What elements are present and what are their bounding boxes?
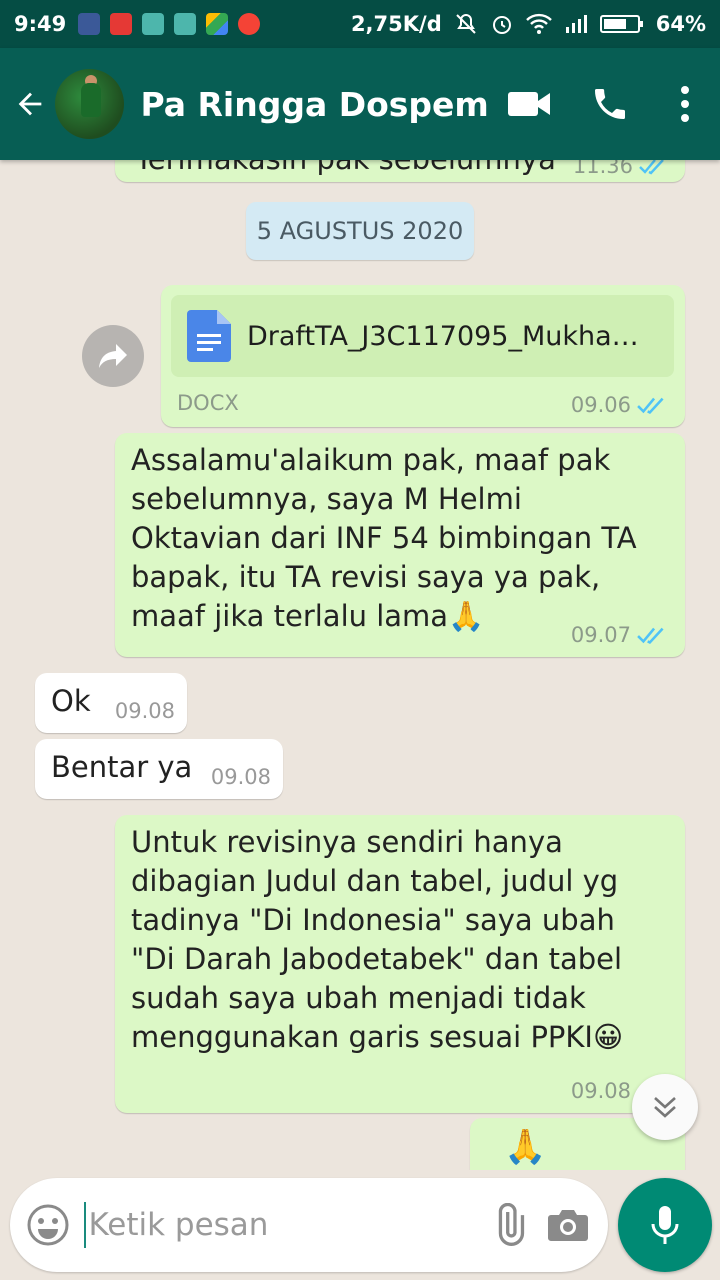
read-ticks-icon bbox=[637, 627, 664, 645]
date-divider: 5 AGUSTUS 2020 bbox=[246, 202, 474, 260]
message-bubble[interactable]: Assalamu'alaikum pak, maaf pak sebelumny… bbox=[115, 433, 685, 657]
wifi-icon bbox=[525, 13, 552, 34]
emoji-button[interactable] bbox=[16, 1203, 80, 1247]
document-file-name: DraftTA_J3C117095_Mukha… bbox=[247, 320, 639, 352]
message-time: 11.36 bbox=[572, 160, 633, 178]
notification-icons bbox=[78, 13, 261, 35]
message-time: 09.07 bbox=[570, 623, 631, 647]
status-time: 9:49 bbox=[14, 12, 67, 36]
message-bubble[interactable]: Ok 09.08 bbox=[35, 673, 187, 733]
contact-name[interactable]: Pa Ringga Dospem bbox=[140, 85, 488, 124]
battery-percent: 64% bbox=[655, 12, 706, 36]
message-text: Bentar ya bbox=[51, 750, 193, 784]
status-bar: 9:49 2,75K/d 64% bbox=[0, 0, 720, 48]
app-notification-icon bbox=[110, 13, 133, 35]
chat-header: Pa Ringga Dospem bbox=[0, 48, 720, 160]
message-bubble[interactable]: Bentar ya 09.08 bbox=[35, 739, 283, 799]
document-attachment[interactable]: DraftTA_J3C117095_Mukha… bbox=[171, 295, 674, 377]
message-text: Terimakasih pak sebelumnya bbox=[135, 160, 556, 179]
document-file-type: DOCX bbox=[177, 391, 239, 415]
forward-icon bbox=[99, 344, 127, 368]
mute-icon bbox=[456, 13, 476, 34]
network-speed: 2,75K/d bbox=[350, 12, 442, 36]
more-options-button[interactable] bbox=[651, 48, 720, 160]
back-arrow-icon bbox=[18, 92, 41, 116]
forward-button[interactable] bbox=[82, 325, 144, 387]
message-composer bbox=[10, 1178, 608, 1272]
more-vert-icon bbox=[681, 86, 690, 122]
message-bubble[interactable]: Terimakasih pak sebelumnya 11.36 bbox=[115, 160, 685, 182]
camera-icon bbox=[548, 1210, 589, 1241]
app-notification-icon bbox=[174, 13, 197, 35]
read-ticks-icon bbox=[639, 160, 664, 175]
scroll-to-bottom-button[interactable] bbox=[632, 1074, 698, 1140]
battery-icon bbox=[599, 15, 643, 33]
drive-icon bbox=[206, 13, 229, 35]
attach-button[interactable] bbox=[479, 1178, 538, 1272]
video-call-icon bbox=[508, 92, 551, 116]
avatar[interactable] bbox=[55, 69, 125, 139]
double-chevron-down-icon bbox=[654, 1097, 676, 1118]
voice-call-button[interactable] bbox=[570, 48, 651, 160]
message-time: 09.06 bbox=[570, 393, 631, 417]
message-text: Assalamu'alaikum pak, maaf pak sebelumny… bbox=[131, 443, 637, 633]
message-text: 🙏 bbox=[504, 1127, 547, 1167]
youtube-icon bbox=[238, 13, 261, 35]
message-text: Untuk revisinya sendiri hanya dibagian J… bbox=[131, 825, 624, 1054]
video-call-button[interactable] bbox=[489, 48, 570, 160]
app-notification-icon bbox=[142, 13, 165, 35]
message-input[interactable] bbox=[88, 1207, 480, 1243]
phone-icon bbox=[595, 89, 626, 119]
camera-button[interactable] bbox=[539, 1178, 598, 1272]
microphone-icon bbox=[651, 1206, 679, 1244]
message-time: 09.08 bbox=[210, 765, 271, 789]
document-message[interactable]: DraftTA_J3C117095_Mukha… DOCX 09.06 bbox=[161, 285, 685, 427]
emoji-icon bbox=[27, 1204, 69, 1246]
text-cursor bbox=[84, 1202, 87, 1248]
message-bubble[interactable]: Untuk revisinya sendiri hanya dibagian J… bbox=[115, 815, 685, 1113]
alarm-icon bbox=[492, 16, 511, 34]
facebook-icon bbox=[78, 13, 101, 35]
document-icon bbox=[187, 310, 231, 362]
back-button[interactable] bbox=[0, 48, 59, 160]
signal-icon bbox=[565, 15, 587, 33]
message-text: Ok bbox=[51, 684, 91, 718]
chat-area[interactable]: Terimakasih pak sebelumnya 11.36 5 AGUST… bbox=[0, 160, 720, 1170]
read-ticks-icon bbox=[637, 397, 664, 415]
paperclip-icon bbox=[498, 1203, 525, 1246]
message-time: 09.08 bbox=[570, 1079, 631, 1103]
message-time: 09.08 bbox=[114, 699, 175, 723]
voice-record-button[interactable] bbox=[618, 1178, 712, 1272]
